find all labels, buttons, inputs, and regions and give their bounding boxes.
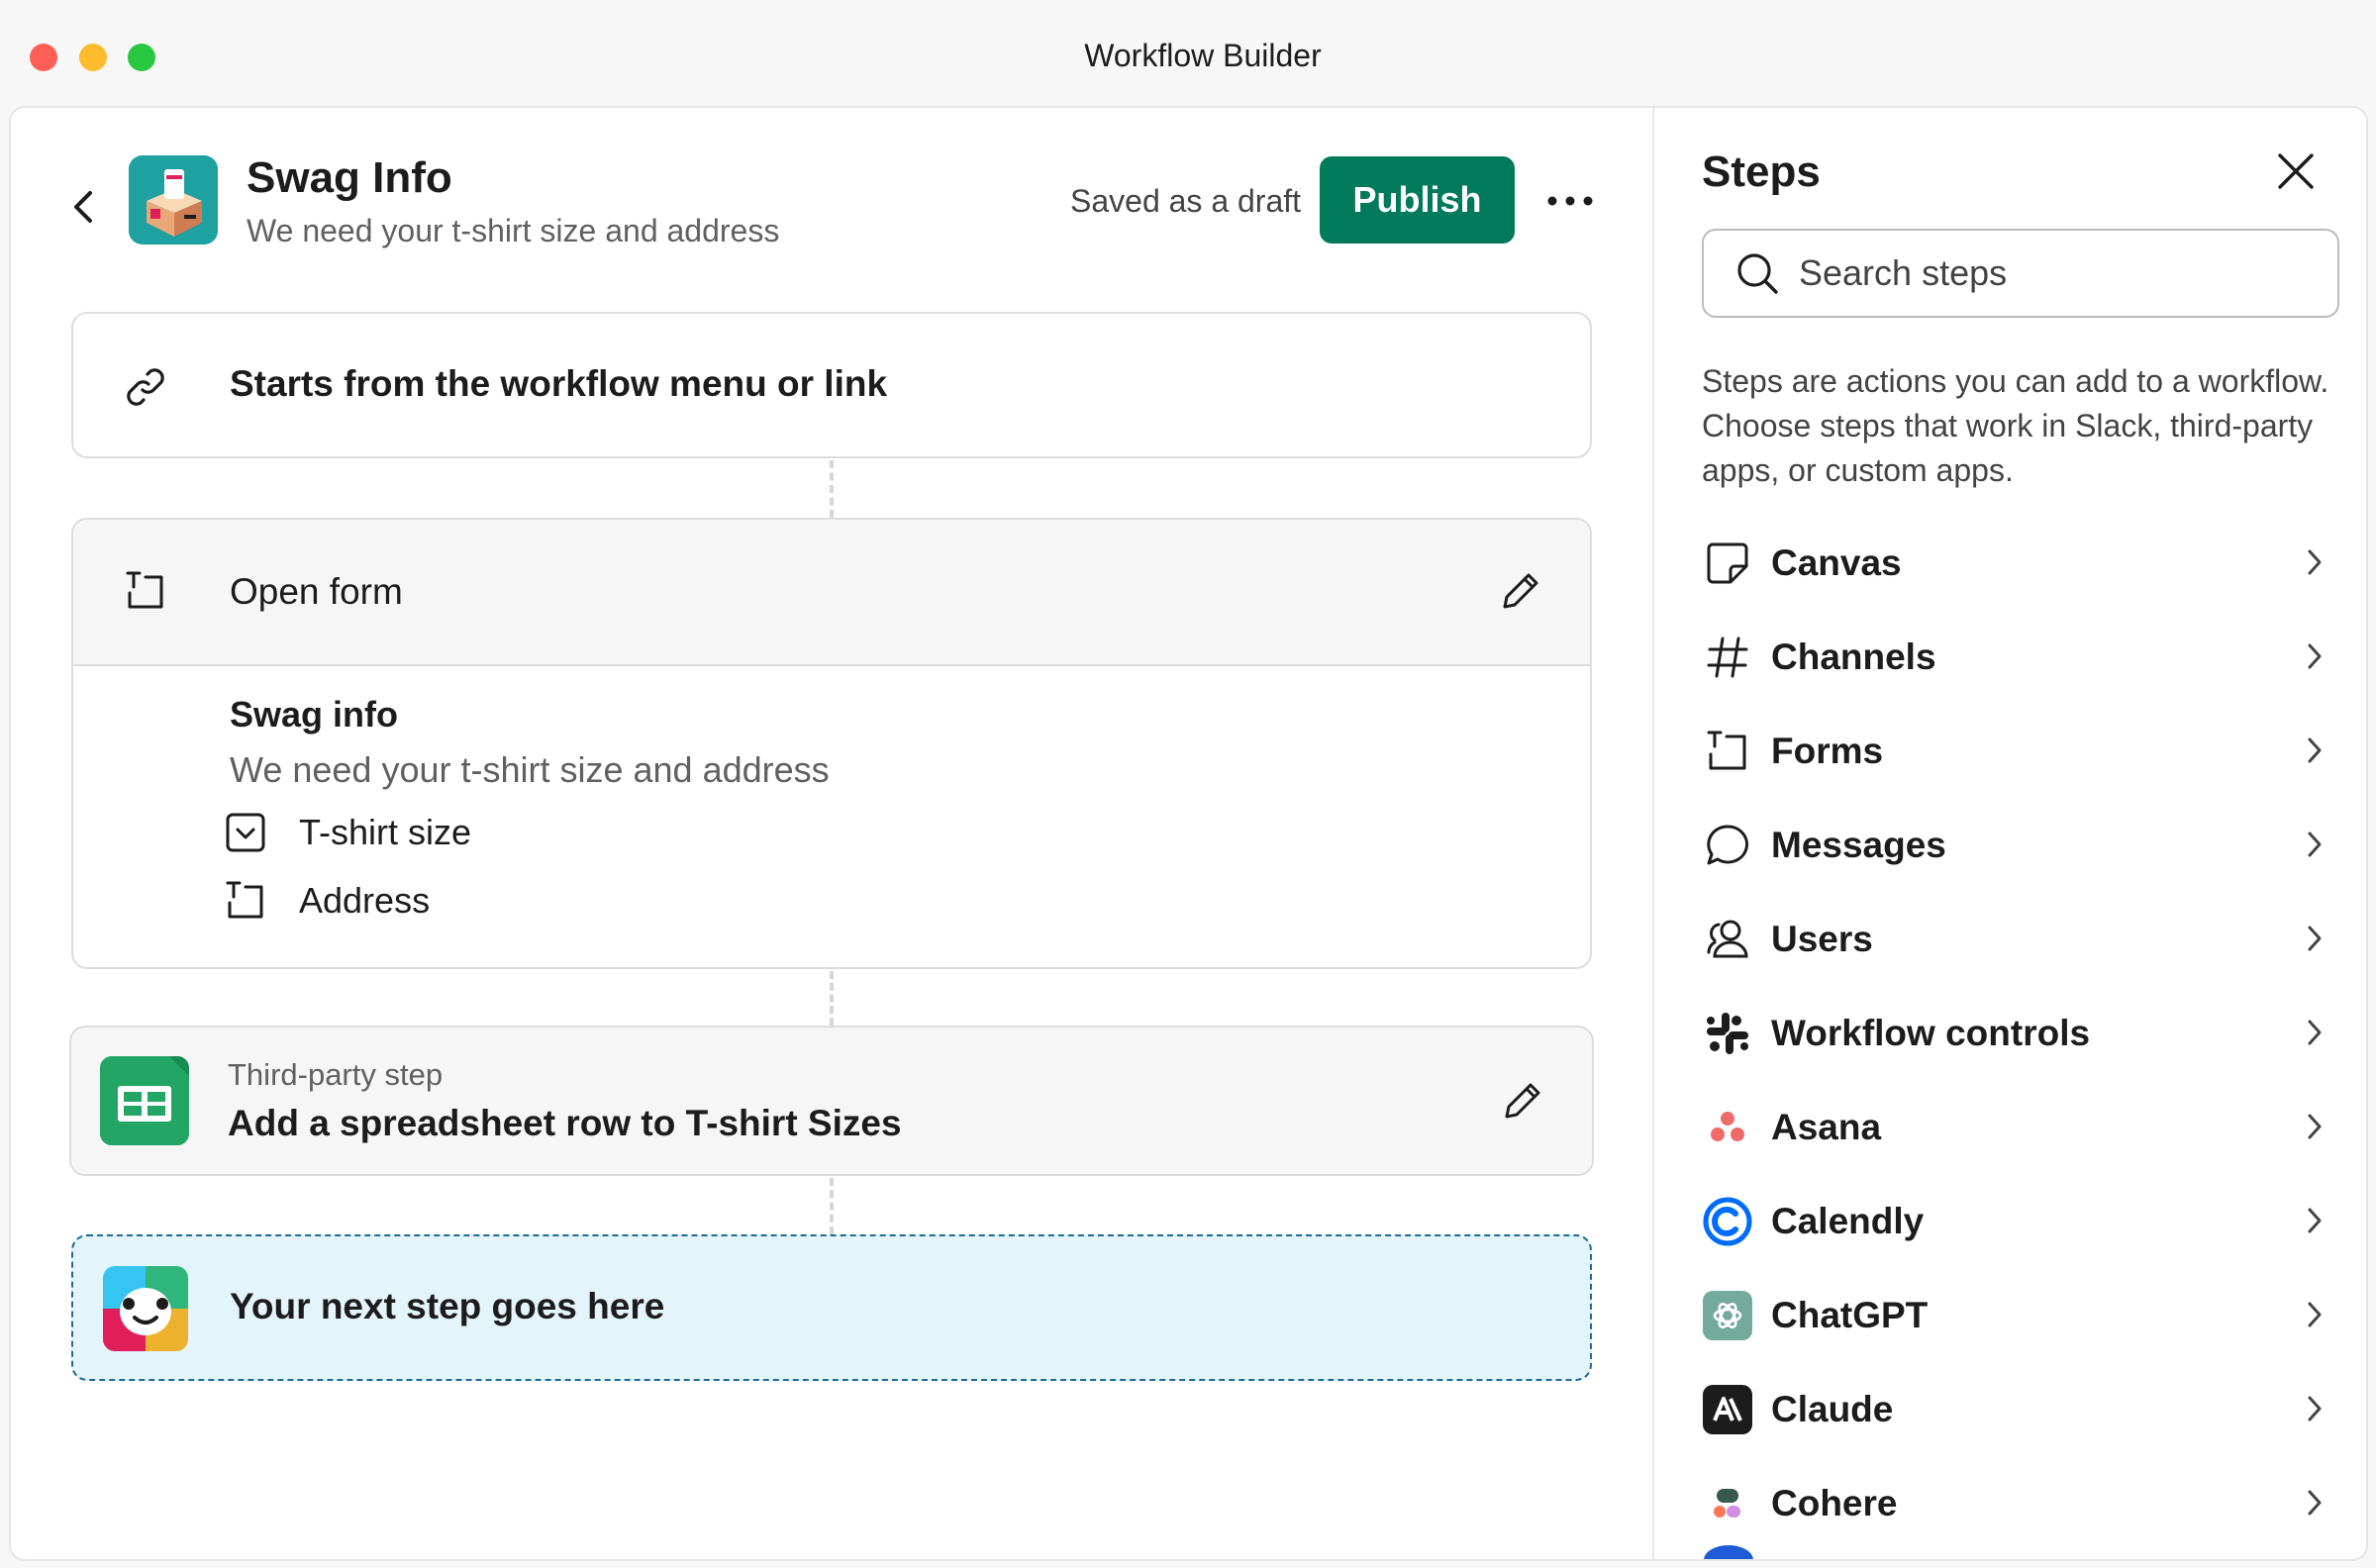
pencil-icon xyxy=(1505,1083,1540,1119)
search-icon xyxy=(1732,247,1783,299)
google-sheets-icon xyxy=(100,1056,189,1145)
step-kind-label: Third-party step xyxy=(228,1057,444,1092)
step-category-label: Channels xyxy=(1771,636,1936,677)
step-category-label: Forms xyxy=(1771,730,1884,771)
pencil-icon xyxy=(1503,573,1538,609)
chevron-right-icon xyxy=(2296,920,2333,957)
claude-logo-icon xyxy=(1702,1384,1753,1435)
step-category-claude[interactable]: Claude xyxy=(1702,1362,2343,1456)
form-icon xyxy=(1702,726,1753,777)
form-field-address: Address xyxy=(220,875,430,927)
form-icon xyxy=(120,565,171,617)
workflow-builder-window: Swag Info We need your t-shirt size and … xyxy=(9,106,2368,1561)
step-category-asana[interactable]: Asana xyxy=(1702,1080,2343,1174)
step-category-chatgpt[interactable]: ChatGPT xyxy=(1702,1268,2343,1362)
chevron-right-icon xyxy=(2296,637,2333,675)
step-category-label: Calendly xyxy=(1771,1200,1925,1241)
calendly-logo-icon xyxy=(1702,1196,1753,1247)
window-title: Workflow Builder xyxy=(1084,38,1322,73)
step-category-workflow-controls[interactable]: Workflow controls xyxy=(1702,986,2343,1080)
form-title: Swag info xyxy=(230,694,398,735)
next-step-placeholder[interactable]: Your next step goes here xyxy=(71,1234,1592,1381)
step-connector xyxy=(830,1178,834,1234)
search-steps-input[interactable] xyxy=(1799,252,2314,294)
step-category-calendly[interactable]: Calendly xyxy=(1702,1174,2343,1268)
message-icon xyxy=(1702,820,1753,871)
step-category-label: ChatGPT xyxy=(1771,1294,1929,1335)
asana-logo-icon xyxy=(1702,1102,1753,1153)
chevron-right-icon xyxy=(2296,1390,2333,1427)
third-party-step-card[interactable]: Third-party step Add a spreadsheet row t… xyxy=(69,1026,1594,1176)
step-category-label: Messages xyxy=(1771,824,1946,865)
link-icon xyxy=(120,361,171,413)
cohere-logo-icon xyxy=(1702,1478,1753,1529)
step-category-label: Users xyxy=(1771,918,1873,959)
workflow-app-icon xyxy=(129,155,218,245)
hash-icon xyxy=(1702,632,1753,683)
step-category-cohere[interactable]: Cohere xyxy=(1702,1456,2343,1550)
step-category-label: Canvas xyxy=(1771,541,1902,583)
step-category-label: Asana xyxy=(1771,1106,1882,1147)
chevron-right-icon xyxy=(2296,1108,2333,1145)
chevron-right-icon xyxy=(2296,1202,2333,1239)
open-form-step-card[interactable]: Open form Swag info We need your t-shirt… xyxy=(71,518,1592,969)
slack-logo-icon xyxy=(1702,1008,1753,1059)
steps-panel-title: Steps xyxy=(1702,147,1821,196)
steps-description: Steps are actions you can add to a workf… xyxy=(1702,363,2329,488)
step-category-forms[interactable]: Forms xyxy=(1702,704,2343,798)
field-label: T-shirt size xyxy=(299,812,472,852)
draft-status: Saved as a draft xyxy=(1070,183,1302,219)
chevron-right-icon xyxy=(2296,543,2333,581)
slack-mascot-icon xyxy=(103,1266,188,1351)
step-category-list: Canvas Channels Forms Messages Users Wor… xyxy=(1702,516,2343,1550)
chatgpt-logo-icon xyxy=(1702,1290,1753,1341)
step-category-label: Workflow controls xyxy=(1771,1012,2091,1053)
open-form-label: Open form xyxy=(230,571,403,612)
step-connector xyxy=(830,460,834,518)
workflow-canvas: Swag Info We need your t-shirt size and … xyxy=(11,108,1652,1559)
chevron-right-icon xyxy=(2296,826,2333,863)
trigger-card[interactable]: Starts from the workflow menu or link xyxy=(71,312,1592,458)
close-icon xyxy=(2278,153,2314,189)
step-connector xyxy=(830,971,834,1026)
workflow-title: Swag Info xyxy=(247,153,452,202)
step-category-label: Cohere xyxy=(1771,1482,1898,1523)
search-steps-field[interactable] xyxy=(1702,229,2339,318)
chevron-right-icon xyxy=(2296,1014,2333,1051)
users-icon xyxy=(1702,914,1753,965)
chevron-left-icon xyxy=(74,191,92,223)
form-description: We need your t-shirt size and address xyxy=(230,749,830,790)
back-button[interactable] xyxy=(60,179,106,235)
close-steps-panel-button[interactable] xyxy=(2268,144,2324,199)
chevron-right-icon xyxy=(2296,1484,2333,1521)
next-step-label: Your next step goes here xyxy=(230,1286,665,1326)
step-category-messages[interactable]: Messages xyxy=(1702,798,2343,892)
step-category-label: Claude xyxy=(1771,1388,1894,1429)
step-category-channels[interactable]: Channels xyxy=(1702,610,2343,704)
workflow-subtitle: We need your t-shirt size and address xyxy=(247,213,780,248)
title-bar: Workflow Builder xyxy=(0,0,2376,107)
dropdown-field-icon xyxy=(220,807,271,858)
text-field-icon xyxy=(220,875,271,927)
publish-button[interactable]: Publish xyxy=(1320,156,1515,244)
third-party-step-label: Add a spreadsheet row to T-shirt Sizes xyxy=(228,1103,902,1143)
open-form-step-header: Open form xyxy=(73,520,1590,666)
edit-form-step-button[interactable] xyxy=(1491,563,1548,621)
chevron-right-icon xyxy=(2296,732,2333,769)
step-category-users[interactable]: Users xyxy=(1702,892,2343,986)
step-category-canvas[interactable]: Canvas xyxy=(1702,516,2343,610)
edit-third-party-step-button[interactable] xyxy=(1493,1073,1550,1130)
steps-panel: Steps Steps are actions you can add to a… xyxy=(1652,108,2366,1559)
trigger-label: Starts from the workflow menu or link xyxy=(230,363,888,404)
more-horizontal-icon xyxy=(1547,196,1593,206)
form-field-tshirt-size: T-shirt size xyxy=(220,807,471,858)
field-label: Address xyxy=(299,880,431,921)
more-options-button[interactable] xyxy=(1540,173,1600,229)
chevron-right-icon xyxy=(2296,1296,2333,1333)
canvas-icon xyxy=(1702,538,1753,589)
